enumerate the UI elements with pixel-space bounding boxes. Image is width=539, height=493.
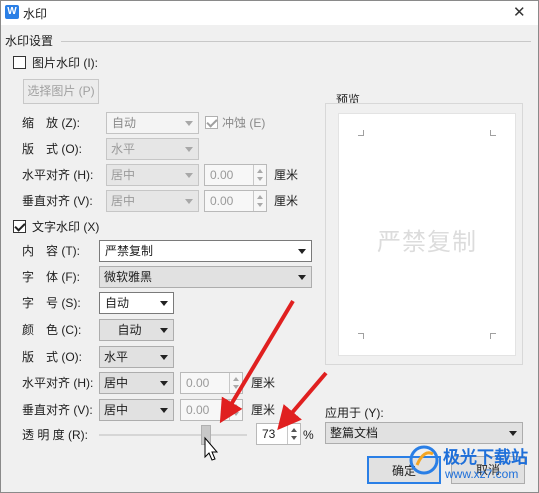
annotation-overlay: [204, 299, 328, 461]
mouse-cursor-icon: [204, 436, 219, 461]
red-arrow-to-spinner: [277, 371, 328, 431]
red-arrow-to-slider: [219, 299, 295, 424]
watermark-dialog: W 水印 ✕ 水印设置 图片水印 (I): 选择图片 (P) 缩 放 (Z): …: [0, 0, 539, 493]
